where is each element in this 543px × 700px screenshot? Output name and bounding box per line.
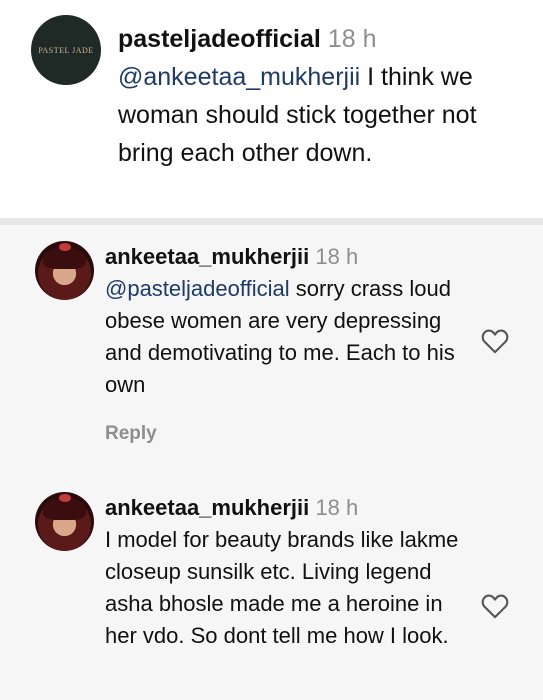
comment-time: 18 h [315, 244, 359, 269]
reply-button[interactable]: Reply [105, 423, 157, 445]
comment-username[interactable]: ankeetaa_mukherjii [105, 495, 309, 520]
brand-logo-text: PASTEL JADE [38, 45, 94, 55]
heart-icon[interactable] [481, 593, 509, 619]
replies-panel: ankeetaa_mukherjii 18 h @pasteljadeoffic… [0, 225, 543, 700]
top-comment-body: pasteljadeofficial 18 h @ankeetaa_mukher… [118, 20, 533, 172]
comment-text: I model for beauty brands like lakme clo… [105, 527, 459, 648]
avatar-pasteljadeofficial[interactable]: PASTEL JADE [31, 15, 101, 85]
reply-body: ankeetaa_mukherjii 18 h @pasteljadeoffic… [105, 241, 475, 401]
comment-username[interactable]: pasteljadeofficial [118, 25, 321, 53]
avatar-ankeetaa[interactable] [35, 492, 94, 551]
comment-time: 18 h [327, 25, 377, 53]
comment-username[interactable]: ankeetaa_mukherjii [105, 244, 309, 269]
heart-icon[interactable] [481, 328, 509, 354]
comment-mention[interactable]: @pasteljadeofficial [105, 276, 290, 301]
screenshot-divider [0, 218, 543, 225]
avatar-ankeetaa[interactable] [35, 241, 94, 300]
top-comment: PASTEL JADE pasteljadeofficial 18 h @ank… [0, 0, 543, 218]
comment-mention[interactable]: @ankeetaa_mukherjii [118, 63, 360, 91]
comment-time: 18 h [315, 495, 359, 520]
reply-body: ankeetaa_mukherjii 18 h I model for beau… [105, 492, 475, 652]
